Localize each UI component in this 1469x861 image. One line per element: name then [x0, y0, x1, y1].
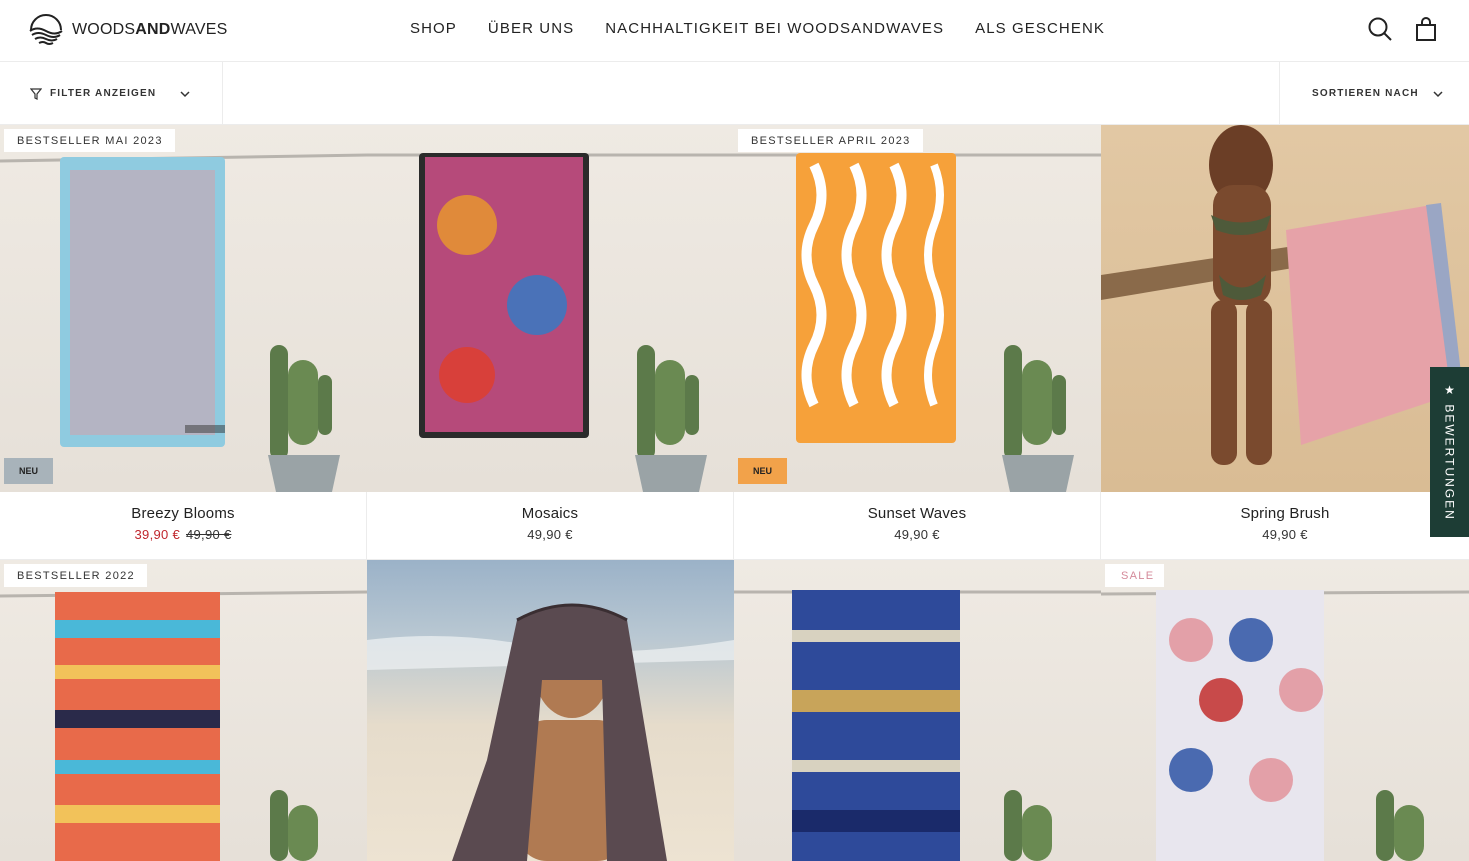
logo-waves-icon — [29, 14, 63, 45]
logo-text: WOODSANDWAVES — [72, 21, 228, 38]
product-price: 49,90 € — [894, 527, 940, 542]
product-name[interactable]: Breezy Blooms — [0, 505, 366, 522]
product-image[interactable] — [0, 125, 367, 492]
filter-toggle[interactable]: FILTER ANZEIGEN — [0, 62, 223, 125]
filter-icon — [30, 87, 42, 100]
product-info: Mosaics 49,90 € — [367, 492, 734, 560]
sort-dropdown[interactable]: SORTIEREN NACH — [1279, 62, 1469, 125]
bag-icon[interactable] — [1413, 16, 1439, 42]
product-info: Breezy Blooms 39,90 € 49,90 € — [0, 492, 367, 560]
product-image[interactable] — [367, 125, 734, 492]
bestseller-badge: BESTSELLER 2022 — [4, 564, 147, 587]
product-price: 49,90 € — [527, 527, 573, 542]
nav-als-geschenk[interactable]: ALS GESCHENK — [975, 20, 1105, 37]
new-flag: NEU — [4, 458, 54, 484]
product-image[interactable] — [1101, 125, 1469, 492]
chevron-down-icon — [180, 90, 190, 97]
sort-label: SORTIEREN NACH — [1312, 88, 1419, 99]
product-image[interactable] — [367, 560, 734, 861]
filter-label: FILTER ANZEIGEN — [50, 88, 157, 99]
product-info: Spring Brush 49,90 € — [1101, 492, 1469, 560]
sale-badge: SALE — [1105, 564, 1165, 587]
new-flag: NEU — [738, 458, 788, 484]
reviews-tab-label: ★ BEWERTUNGEN — [1442, 383, 1457, 521]
original-price: 49,90 € — [186, 527, 232, 542]
search-icon[interactable] — [1367, 16, 1393, 42]
product-info: Sunset Waves 49,90 € — [734, 492, 1101, 560]
product-image[interactable] — [1101, 560, 1469, 861]
collection-toolbar: FILTER ANZEIGEN SORTIEREN NACH — [0, 62, 1469, 125]
product-name[interactable]: Sunset Waves — [734, 505, 1100, 522]
reviews-tab[interactable]: ★ BEWERTUNGEN — [1430, 367, 1469, 537]
sale-price: 39,90 € — [134, 527, 180, 542]
main-nav: SHOP ÜBER UNS NACHHALTIGKEIT BEI WOODSAN… — [410, 20, 1105, 37]
nav-nachhaltigkeit[interactable]: NACHHALTIGKEIT BEI WOODSANDWAVES — [605, 20, 944, 37]
product-price: 39,90 € 49,90 € — [0, 527, 366, 542]
product-name[interactable]: Mosaics — [367, 505, 733, 522]
site-header: WOODSANDWAVES SHOP ÜBER UNS NACHHALTIGKE… — [0, 0, 1469, 62]
product-price: 49,90 € — [1262, 527, 1308, 542]
product-image[interactable] — [0, 560, 367, 861]
nav-ueber-uns[interactable]: ÜBER UNS — [488, 20, 574, 37]
product-image[interactable] — [734, 560, 1101, 861]
brand-logo[interactable]: WOODSANDWAVES — [28, 13, 228, 47]
bestseller-badge: BESTSELLER APRIL 2023 — [738, 129, 923, 152]
chevron-down-icon — [1433, 90, 1443, 97]
bestseller-badge: BESTSELLER MAI 2023 — [4, 129, 175, 152]
product-image[interactable] — [734, 125, 1101, 492]
product-name[interactable]: Spring Brush — [1101, 505, 1469, 522]
nav-shop[interactable]: SHOP — [410, 20, 457, 37]
